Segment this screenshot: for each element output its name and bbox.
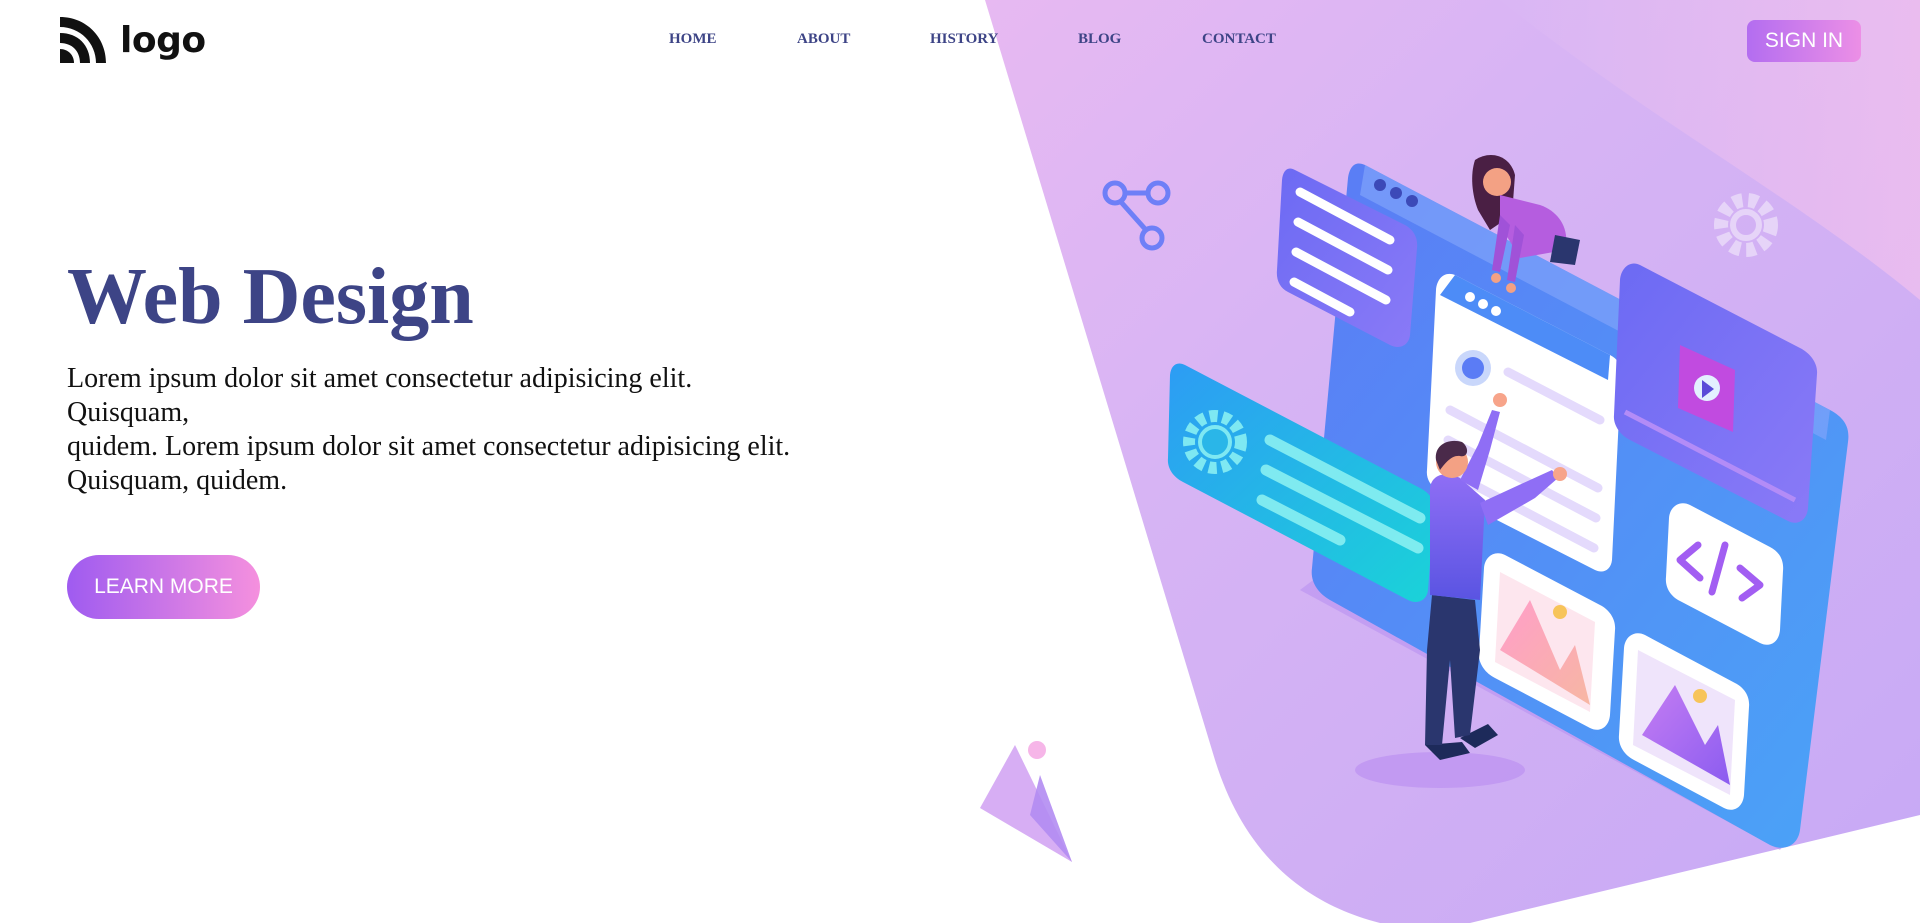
nav-blog[interactable]: BLOG: [1078, 31, 1121, 48]
learn-more-button[interactable]: LEARN MORE: [67, 555, 260, 619]
hero-description-line: Lorem ipsum dolor sit amet consectetur a…: [67, 363, 693, 394]
nav-history[interactable]: HISTORY: [930, 31, 998, 48]
hero-description-line: Quisquam, quidem.: [67, 465, 288, 496]
nav-contact[interactable]: CONTACT: [1202, 31, 1276, 48]
main-nav: HOME ABOUT HISTORY BLOG CONTACT: [0, 31, 1920, 51]
nav-about[interactable]: ABOUT: [797, 31, 850, 48]
hero-description: Lorem ipsum dolor sit amet consectetur a…: [67, 362, 867, 498]
hero-description-line: Quisquam,: [67, 397, 190, 428]
site-header: logo HOME ABOUT HISTORY BLOG CONTACT SIG…: [0, 0, 1920, 80]
sign-in-button[interactable]: SIGN IN: [1747, 20, 1861, 62]
hero-title: Web Design: [67, 253, 474, 341]
nav-home[interactable]: HOME: [669, 31, 717, 48]
hero-description-line: quidem. Lorem ipsum dolor sit amet conse…: [67, 431, 791, 462]
